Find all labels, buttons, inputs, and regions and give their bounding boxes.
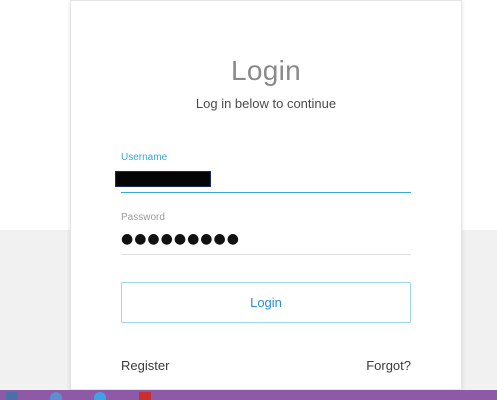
taskbar-browser-icon[interactable] bbox=[94, 392, 106, 400]
login-card: Login Log in below to continue Username … bbox=[70, 0, 462, 390]
password-underline bbox=[121, 254, 411, 255]
register-link[interactable]: Register bbox=[121, 358, 169, 373]
taskbar-browser-icon[interactable] bbox=[50, 392, 62, 400]
username-underline bbox=[121, 192, 411, 193]
password-input[interactable]: ●●●●●●●●● bbox=[121, 231, 240, 247]
password-label: Password bbox=[121, 212, 165, 223]
taskbar-app-icon[interactable] bbox=[6, 392, 18, 400]
username-label: Username bbox=[121, 152, 168, 163]
login-button[interactable]: Login bbox=[121, 282, 411, 323]
taskbar bbox=[0, 390, 497, 400]
page-title: Login bbox=[230, 55, 301, 86]
forgot-password-link[interactable]: Forgot? bbox=[366, 358, 411, 373]
page-subtitle: Log in below to continue bbox=[195, 96, 337, 111]
taskbar-app-icon[interactable] bbox=[139, 392, 151, 400]
username-input[interactable] bbox=[115, 171, 211, 187]
